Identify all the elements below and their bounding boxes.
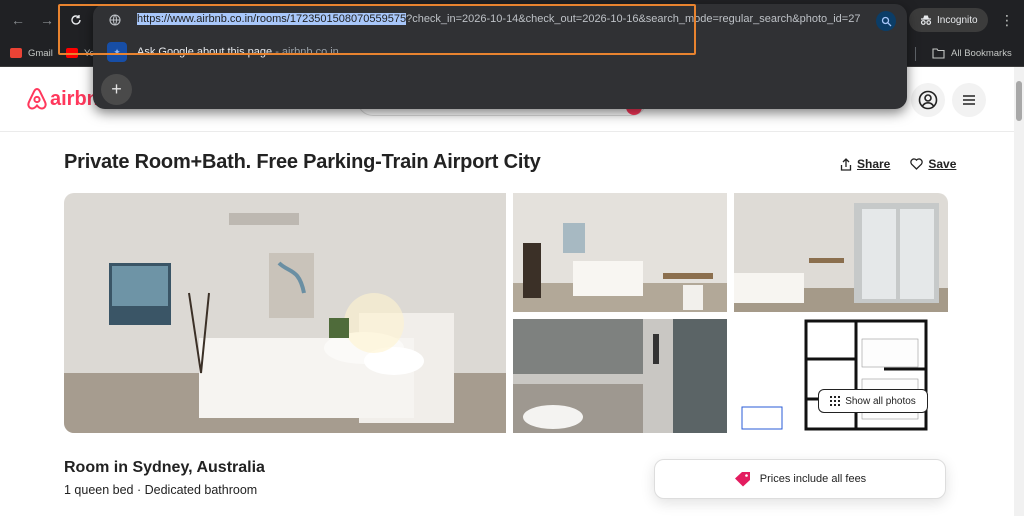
ai-sparkle-icon: ✦ xyxy=(107,42,127,62)
incognito-label: Incognito xyxy=(937,14,978,26)
listing-actions: Share Save xyxy=(840,157,956,171)
suggestion-text: Ask Google about this page - airbnb.co.i… xyxy=(137,46,339,58)
logo-wordmark: airbn xyxy=(50,87,99,110)
omnibox-suggestion[interactable]: ✦ Ask Google about this page - airbnb.co… xyxy=(93,40,907,66)
more-vert-icon[interactable]: ⋮ xyxy=(1000,10,1014,30)
url-selected: https://www.airbnb.co.in/rooms/172350150… xyxy=(137,13,407,25)
room-type-heading: Room in Sydney, Australia xyxy=(64,459,265,476)
add-plus-icon[interactable]: + xyxy=(101,74,132,105)
save-button[interactable]: Save xyxy=(910,157,956,171)
all-bookmarks-label: All Bookmarks xyxy=(951,47,1012,59)
user-icon xyxy=(918,90,938,110)
scroll-thumb[interactable] xyxy=(1016,81,1022,121)
photo-bedroom-main[interactable] xyxy=(64,193,506,433)
site-info-icon[interactable] xyxy=(109,14,121,26)
url-query: ?check_in=2026-10-14&check_out=2026-10-1… xyxy=(406,13,861,25)
omnibox-dropdown: https://www.airbnb.co.in/rooms/172350150… xyxy=(93,4,907,109)
photo-gallery xyxy=(64,193,948,433)
share-button[interactable]: Share xyxy=(840,157,890,171)
save-label: Save xyxy=(928,157,957,171)
bookmark-gmail[interactable]: Gmail xyxy=(10,45,53,61)
listing-title: Private Room+Bath. Free Parking-Train Ai… xyxy=(64,151,541,173)
airbnb-logo[interactable]: airbn xyxy=(26,87,99,111)
suggestion-source: - airbnb.co.in xyxy=(272,46,339,58)
photo-bedroom-3[interactable] xyxy=(734,193,948,312)
hamburger-icon xyxy=(963,95,975,105)
room-details: 1 queen bed · Dedicated bathroom xyxy=(64,483,258,497)
incognito-badge[interactable]: Incognito xyxy=(909,8,988,32)
reload-icon[interactable] xyxy=(66,10,86,30)
heart-icon xyxy=(910,158,924,170)
page-scrollbar[interactable] xyxy=(1014,67,1024,516)
gmail-icon xyxy=(10,48,22,58)
url-text[interactable]: https://www.airbnb.co.in/rooms/172350150… xyxy=(137,13,860,25)
show-all-photos-label: Show all photos xyxy=(845,395,916,407)
forward-arrow-icon[interactable]: → xyxy=(37,10,57,30)
share-icon xyxy=(840,157,852,171)
back-arrow-icon[interactable]: ← xyxy=(8,10,28,30)
price-tag-icon xyxy=(734,472,750,487)
bookmark-youtube[interactable]: Yo xyxy=(66,45,95,61)
profile-button[interactable] xyxy=(911,83,945,117)
address-bar[interactable]: https://www.airbnb.co.in/rooms/172350150… xyxy=(93,4,907,38)
price-info-card: Prices include all fees xyxy=(654,459,946,499)
google-lens-icon[interactable] xyxy=(876,11,896,31)
photo-bathroom[interactable] xyxy=(513,319,727,433)
photo-floorplan[interactable] xyxy=(734,319,948,433)
youtube-icon xyxy=(66,48,78,58)
incognito-icon xyxy=(920,15,932,25)
share-label: Share xyxy=(857,157,891,171)
menu-button[interactable] xyxy=(952,83,986,117)
bookmark-label: Gmail xyxy=(28,47,53,59)
screen: ← → Incognito ⋮ Gmail Yo All Bookmarks a xyxy=(0,0,1024,516)
folder-icon xyxy=(932,47,945,59)
airbnb-belo-icon xyxy=(27,87,47,110)
all-bookmarks[interactable]: All Bookmarks xyxy=(932,45,1012,61)
show-all-photos-button[interactable]: Show all photos xyxy=(818,389,928,413)
bookmarks-divider xyxy=(915,47,916,61)
photo-bedroom-2[interactable] xyxy=(513,193,727,312)
grid-dots-icon xyxy=(830,396,841,406)
price-note: Prices include all fees xyxy=(759,473,867,485)
suggestion-main: Ask Google about this page xyxy=(137,46,273,58)
